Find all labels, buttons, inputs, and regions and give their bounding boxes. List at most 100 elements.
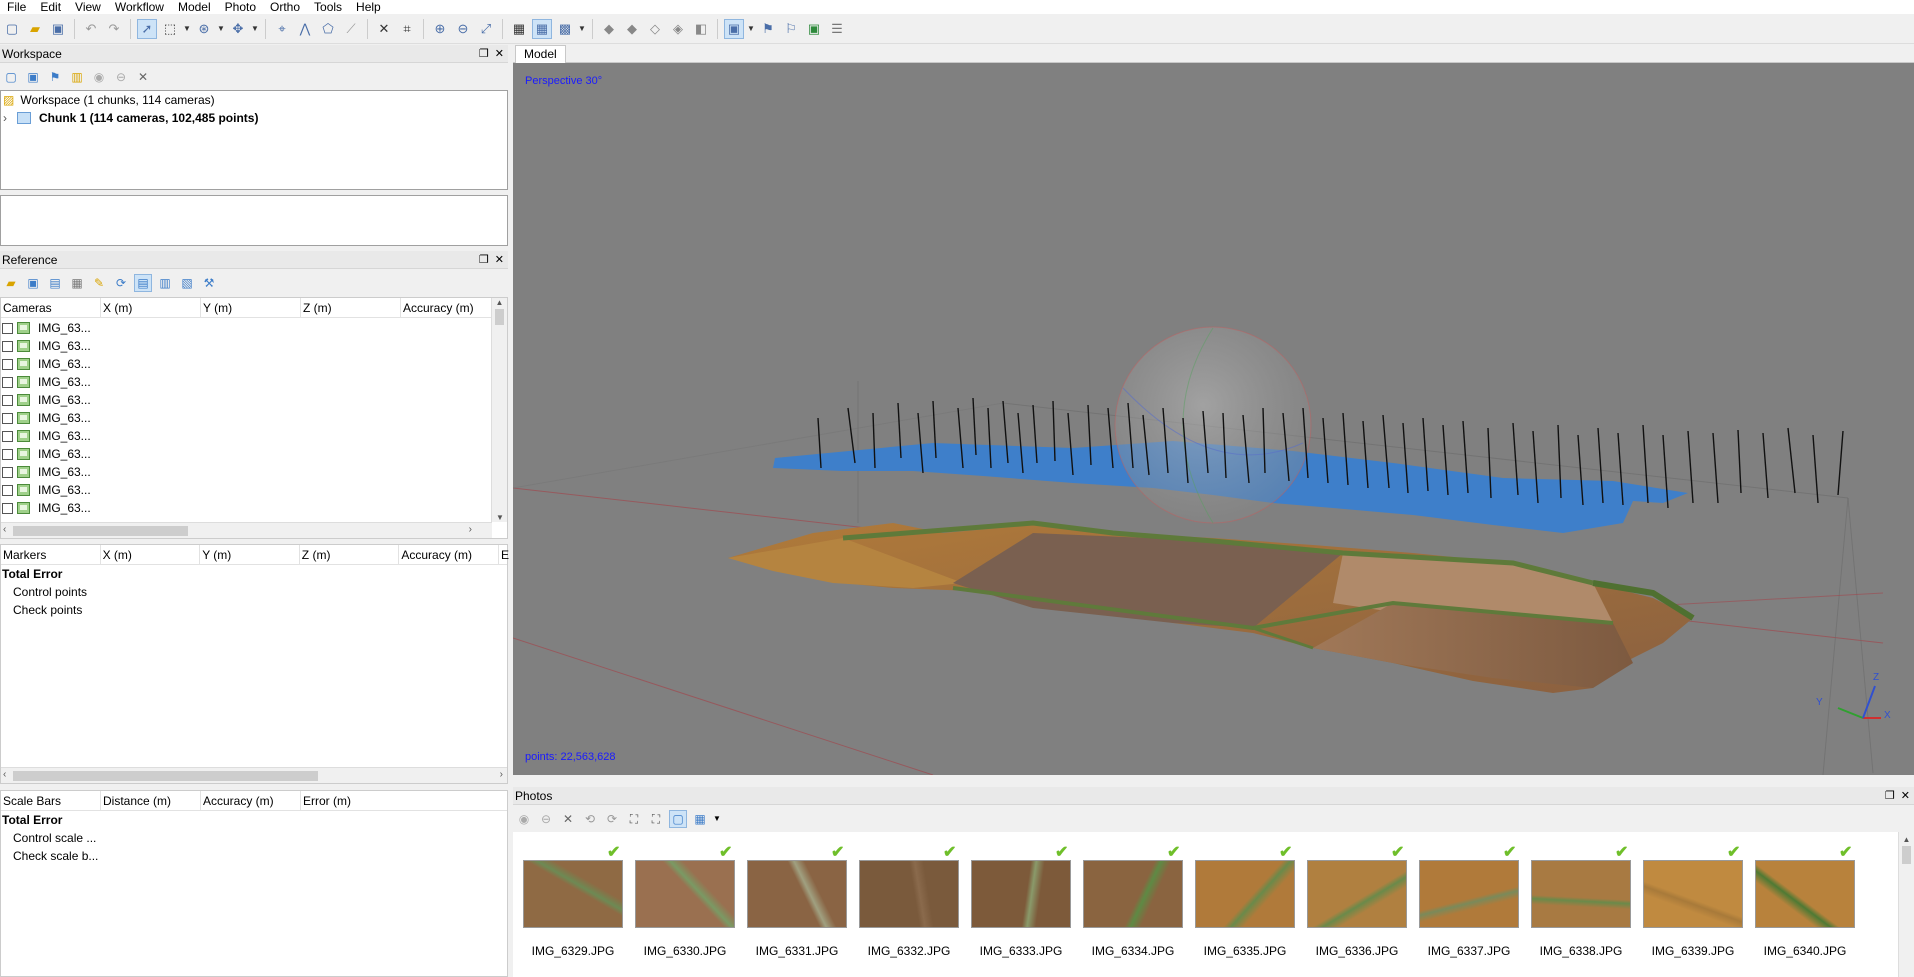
enable-icon[interactable]: ◉	[90, 68, 108, 86]
col-accuracy[interactable]: Accuracy (m)	[399, 545, 499, 564]
export-icon[interactable]: ▣	[24, 274, 42, 292]
photo-item[interactable]: ✔ IMG_6338.JPG	[1531, 832, 1643, 977]
move-icon[interactable]: ✥	[228, 19, 248, 39]
shape-icon[interactable]: ◇	[645, 19, 665, 39]
camera-checkbox[interactable]	[2, 448, 13, 460]
menu-edit[interactable]: Edit	[33, 0, 68, 14]
rotate-right-icon[interactable]: ⟳	[603, 810, 621, 828]
camera-checkbox[interactable]	[2, 358, 13, 370]
camera-checkbox[interactable]	[2, 466, 13, 478]
float-icon[interactable]: ❐	[479, 253, 489, 266]
reset-filter-icon[interactable]: ⛶	[647, 810, 665, 828]
photo-item[interactable]: ✔ IMG_6332.JPG	[859, 832, 971, 977]
markers-icon[interactable]: ⚑	[758, 19, 778, 39]
table-icon[interactable]: ▦	[68, 274, 86, 292]
col-error[interactable]: Error (m)	[301, 791, 401, 810]
cameras-hscrollbar[interactable]: ‹ ›	[1, 522, 492, 538]
photo-item[interactable]: ✔ IMG_6333.JPG	[971, 832, 1083, 977]
photo-thumbnail[interactable]	[1755, 860, 1855, 928]
zoom-in-icon[interactable]: ⊕	[430, 19, 450, 39]
camera-checkbox[interactable]	[2, 340, 13, 352]
layers-icon[interactable]: ☰	[827, 19, 847, 39]
check-points-row[interactable]: Check points	[1, 601, 507, 619]
settings-icon[interactable]: ⚒	[200, 274, 218, 292]
col-x[interactable]: X (m)	[101, 545, 201, 564]
photo-item[interactable]: ✔ IMG_6331.JPG	[747, 832, 859, 977]
navigate-icon[interactable]: ⊛	[194, 19, 214, 39]
camera-row[interactable]: IMG_63...	[1, 409, 489, 427]
photo-item[interactable]: ✔ IMG_6334.JPG	[1083, 832, 1195, 977]
chevron-right-icon[interactable]: ›	[3, 111, 7, 125]
camera-row[interactable]: IMG_63...	[1, 337, 489, 355]
remove-icon[interactable]: ✕	[134, 68, 152, 86]
open-icon[interactable]: ▰	[25, 19, 45, 39]
photos-vscrollbar[interactable]: ▲	[1898, 832, 1914, 977]
photo-item[interactable]: ✔ IMG_6337.JPG	[1419, 832, 1531, 977]
chunk-row[interactable]: › Chunk 1 (114 cameras, 102,485 points)	[1, 109, 507, 127]
shape-icon[interactable]: ◧	[691, 19, 711, 39]
float-icon[interactable]: ❐	[479, 47, 489, 60]
col-z[interactable]: Z (m)	[301, 298, 401, 317]
col-x[interactable]: X (m)	[101, 298, 201, 317]
disable-icon[interactable]: ⊖	[112, 68, 130, 86]
disable-icon[interactable]: ⊖	[537, 810, 555, 828]
col-y[interactable]: Y (m)	[200, 545, 300, 564]
check-scale-row[interactable]: Check scale b...	[1, 847, 507, 865]
col-accuracy[interactable]: Accuracy (m)	[201, 791, 301, 810]
camera-row[interactable]: IMG_63...	[1, 445, 489, 463]
grid-icon[interactable]: ▦	[509, 19, 529, 39]
shape-icon[interactable]: ◆	[599, 19, 619, 39]
enable-icon[interactable]: ◉	[515, 810, 533, 828]
col-markers[interactable]: Markers	[1, 545, 101, 564]
dropdown-icon[interactable]: ▼	[578, 19, 586, 39]
menu-ortho[interactable]: Ortho	[263, 0, 307, 14]
dropdown-icon[interactable]: ▼	[713, 810, 721, 828]
view-estimated-icon[interactable]: ▧	[178, 274, 196, 292]
markers-total-error[interactable]: Total Error	[1, 565, 507, 583]
ruler-icon[interactable]: ⋀	[295, 19, 315, 39]
cameras-vscrollbar[interactable]: ▲ ▼	[491, 298, 507, 522]
camera-checkbox[interactable]	[2, 376, 13, 388]
import-icon[interactable]: ▰	[2, 274, 20, 292]
control-scale-row[interactable]: Control scale ...	[1, 829, 507, 847]
photo-thumbnail[interactable]	[1643, 860, 1743, 928]
dropdown-icon[interactable]: ▼	[217, 19, 225, 39]
photo-thumbnail[interactable]	[1419, 860, 1519, 928]
photo-thumbnail[interactable]	[1307, 860, 1407, 928]
photo-thumbnail[interactable]	[1195, 860, 1295, 928]
update-icon[interactable]: ⟳	[112, 274, 130, 292]
menu-model[interactable]: Model	[171, 0, 218, 14]
dropdown-icon[interactable]: ▼	[183, 19, 191, 39]
select-icon[interactable]: ➚	[137, 18, 157, 39]
camera-row[interactable]: IMG_63...	[1, 355, 489, 373]
control-points-row[interactable]: Control points	[1, 583, 507, 601]
photo-thumbnail[interactable]	[859, 860, 959, 928]
polygon-icon[interactable]: ⬠	[318, 19, 338, 39]
menu-view[interactable]: View	[68, 0, 108, 14]
camera-checkbox[interactable]	[2, 394, 13, 406]
camera-checkbox[interactable]	[2, 484, 13, 496]
camera-row[interactable]: IMG_63...	[1, 373, 489, 391]
model-viewport[interactable]: Perspective 30° points: 22,563,628 X Y Z	[513, 63, 1914, 775]
view-errors-icon[interactable]: ▥	[156, 274, 174, 292]
tab-model[interactable]: Model	[515, 45, 566, 63]
float-icon[interactable]: ❐	[1885, 789, 1895, 802]
rect-select-icon[interactable]: ⬚	[160, 19, 180, 39]
undo-icon[interactable]: ↶	[81, 19, 101, 39]
col-error[interactable]: E	[499, 545, 509, 564]
close-icon[interactable]: ✕	[495, 47, 504, 60]
zoom-out-icon[interactable]: ⊖	[453, 19, 473, 39]
filter-icon[interactable]: ⛶	[625, 810, 643, 828]
add-scalebar-icon[interactable]: ▥	[68, 68, 86, 86]
camera-row[interactable]: IMG_63...	[1, 427, 489, 445]
menu-workflow[interactable]: Workflow	[108, 0, 171, 14]
photo-thumbnail[interactable]	[523, 860, 623, 928]
dropdown-icon[interactable]: ▼	[251, 19, 259, 39]
cameras-view-icon[interactable]: ▢	[669, 810, 687, 828]
camera-row[interactable]: IMG_63...	[1, 499, 489, 517]
camera-checkbox[interactable]	[2, 322, 13, 334]
camera-row[interactable]: IMG_63...	[1, 481, 489, 499]
close-icon[interactable]: ✕	[1901, 789, 1910, 802]
new-icon[interactable]: ▢	[2, 19, 22, 39]
measure-icon[interactable]: ⟋	[341, 19, 361, 39]
